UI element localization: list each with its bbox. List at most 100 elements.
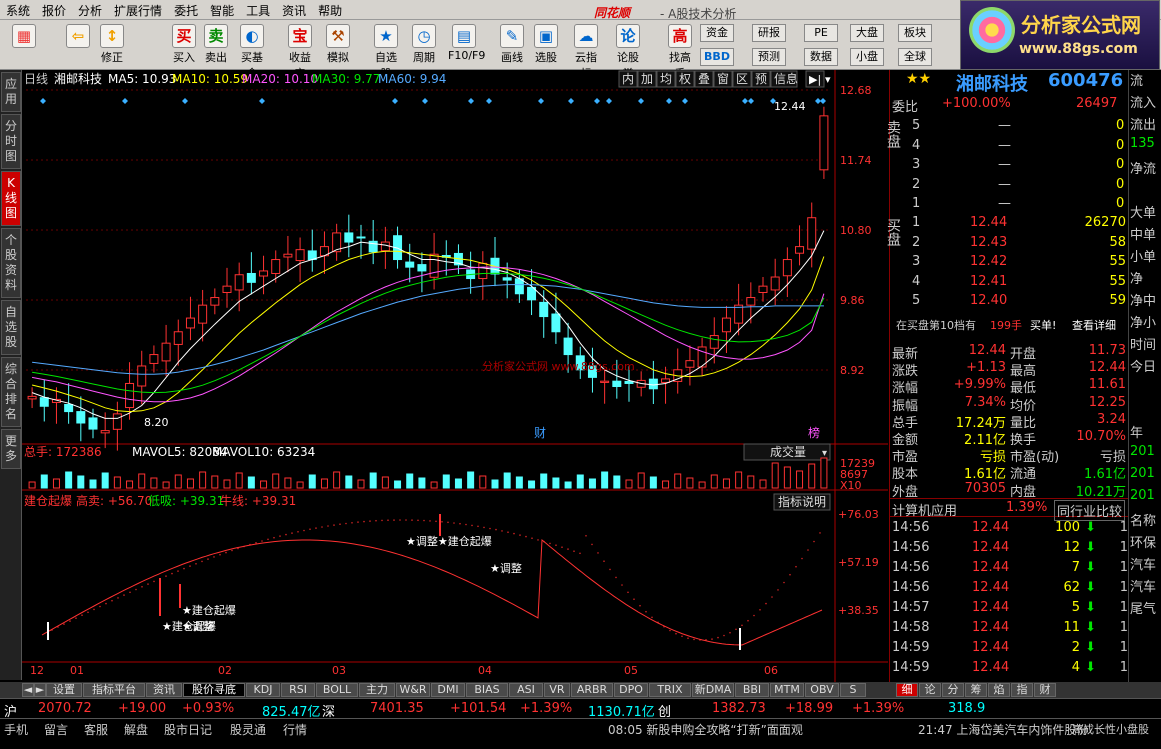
toolbar-small-button[interactable]: BBD (700, 48, 734, 66)
status-item-1[interactable]: 留言 (44, 721, 68, 738)
toolbar-back-arrow-button[interactable]: ⇦ (62, 22, 94, 68)
vtab-2[interactable]: K线图 (1, 171, 21, 226)
indicator-tab-10[interactable]: BIAS (466, 683, 508, 697)
quote-tab-3[interactable]: 筹 (965, 683, 987, 697)
indicator-tab-5[interactable]: RSI (281, 683, 315, 697)
menu-ext-quote[interactable]: 扩展行情 (108, 0, 168, 21)
indicator-tab-18[interactable]: MTM (770, 683, 804, 697)
indicator-tab-1[interactable]: 指标平台 (83, 683, 145, 697)
toolbar-hammer-button[interactable]: ⚒ 模拟 (322, 22, 354, 68)
industry-name[interactable]: 计算机应用 (892, 500, 957, 519)
indicator-tab-7[interactable]: 主力 (359, 683, 395, 697)
indicator-tab-19[interactable]: OBV (805, 683, 839, 697)
indicator-tab-17[interactable]: BBI (735, 683, 769, 697)
toolbar-clock-button[interactable]: ◷ 周期 (408, 22, 440, 68)
quote-tab-1[interactable]: 论 (919, 683, 941, 697)
toolbar-small-button[interactable]: PE (804, 24, 838, 42)
finance-marker[interactable]: 财 (534, 426, 546, 440)
indicator-tab-20[interactable]: S (840, 683, 866, 697)
toolbar-fund-button[interactable]: ◐买基金 (236, 22, 268, 80)
news-ticker-3[interactable]: 高成长性小盘股 (1072, 721, 1149, 737)
toolbar-expert-button[interactable]: 高找高手 (664, 22, 696, 80)
quote-tab-0[interactable]: 细 (896, 683, 918, 697)
quote-tab-6[interactable]: 财 (1034, 683, 1056, 697)
toolbar-small-button[interactable]: 板块 (898, 24, 932, 42)
chart-tab-6[interactable]: 区 (732, 70, 752, 88)
toolbar-small-button[interactable]: 预测 (752, 48, 786, 66)
indicator-tab-13[interactable]: ARBR (571, 683, 613, 697)
industry-compare-button[interactable]: 同行业比较 (1054, 500, 1126, 521)
vtab-5[interactable]: 综合排名 (1, 357, 21, 427)
chart-canvas[interactable]: 日线 湘邮科技 MA5: 10.93MA10: 10.59MA20: 10.10MA… (22, 70, 888, 682)
toolbar-small-button[interactable]: 数据 (804, 48, 838, 66)
vtab-3[interactable]: 个股资料 (1, 228, 21, 298)
kline-chart-area[interactable]: 日线 湘邮科技 MA5: 10.93 MA10: 10.59 MA20: 10.10 MA… (22, 70, 888, 682)
indicator-tab-14[interactable]: DPO (614, 683, 648, 697)
toolbar-small-button[interactable]: 小盘 (850, 48, 884, 66)
status-item-4[interactable]: 股市日记 (164, 721, 212, 738)
indicator-tab-6[interactable]: BOLL (316, 683, 358, 697)
indicator-tab-11[interactable]: ASI (509, 683, 543, 697)
chart-tab-0[interactable]: 内 (618, 70, 638, 88)
chart-tab-1[interactable]: 加 (637, 70, 657, 88)
news-ticker-1[interactable]: 08:05 新股申购全攻略“打新”面面观 (608, 721, 803, 738)
toolbar-small-button[interactable]: 全球 (898, 48, 932, 66)
status-item-0[interactable]: 手机 (4, 721, 28, 738)
menu-news[interactable]: 资讯 (276, 0, 312, 21)
toolbar-grid-button[interactable]: ▦ (8, 22, 40, 68)
dropdown-arrow-icon[interactable]: ▾ (825, 73, 831, 86)
vtab-4[interactable]: 自选股 (1, 300, 21, 355)
menu-quote[interactable]: 报价 (36, 0, 72, 21)
toolbar-sell-button[interactable]: 卖卖出 (200, 22, 232, 68)
toolbar-star-folder-button[interactable]: ★自选股 (370, 22, 402, 80)
toolbar-small-button[interactable]: 研报 (752, 24, 786, 42)
tab-prev-arrow-icon[interactable]: ◄ (22, 683, 34, 697)
toolbar-cloud-button[interactable]: ☁云指标 (570, 22, 602, 80)
indicator-tab-3[interactable]: 股价寻底 (183, 683, 245, 697)
star-icon[interactable]: ★★ (906, 71, 931, 87)
indicator-tab-2[interactable]: 资讯 (146, 683, 182, 697)
ranking-marker[interactable]: 榜 (808, 425, 820, 440)
menu-analysis[interactable]: 分析 (72, 0, 108, 21)
quote-tab-4[interactable]: 焰 (988, 683, 1010, 697)
vtab-6[interactable]: 更多 (1, 429, 21, 469)
chart-tab-8[interactable]: 信息 (770, 70, 798, 88)
quote-tab-2[interactable]: 分 (942, 683, 964, 697)
toolbar-pencil-button[interactable]: ✎ 画线 (496, 22, 528, 68)
menu-system[interactable]: 系统 (0, 0, 36, 21)
menu-trade[interactable]: 委托 (168, 0, 204, 21)
vtab-0[interactable]: 应用 (1, 72, 21, 112)
chart-tab-7[interactable]: 预 (751, 70, 771, 88)
toolbar-buy-button[interactable]: 买买入 (168, 22, 200, 68)
menu-help[interactable]: 帮助 (312, 0, 348, 21)
chart-tab-3[interactable]: 权 (675, 70, 695, 88)
tab-next-arrow-icon[interactable]: ► (34, 683, 46, 697)
toolbar-filter-button[interactable]: ▣ 选股 (530, 22, 562, 68)
indicator-tab-15[interactable]: TRIX (649, 683, 691, 697)
buy10-detail-link[interactable]: 查看详细 (1072, 317, 1116, 333)
toolbar-info-button[interactable]: ▤ F10/F9 (448, 22, 485, 68)
chart-tab-2[interactable]: 均 (656, 70, 676, 88)
quote-tab-5[interactable]: 指 (1011, 683, 1033, 697)
indicator-tab-16[interactable]: 新DMA (692, 683, 734, 697)
indicator-tab-9[interactable]: DMI (431, 683, 465, 697)
toolbar-treasure-button[interactable]: 宝收益宝 (284, 22, 316, 80)
sh-value[interactable]: 2070.72 (38, 701, 92, 716)
status-item-6[interactable]: 行情 (283, 721, 307, 738)
toolbar-small-button[interactable]: 资金 (700, 24, 734, 42)
status-item-2[interactable]: 客服 (84, 721, 108, 738)
cy-value[interactable]: 1382.73 (712, 701, 766, 716)
indicator-tab-8[interactable]: W&R (396, 683, 430, 697)
menu-smart[interactable]: 智能 (204, 0, 240, 21)
toolbar-forum-button[interactable]: 论论股堂 (612, 22, 644, 80)
toolbar-fix-button[interactable]: ↕ 修正 (96, 22, 128, 68)
chart-tab-5[interactable]: 窗 (713, 70, 733, 88)
toolbar-small-button[interactable]: 大盘 (850, 24, 884, 42)
status-item-5[interactable]: 股灵通 (230, 721, 266, 738)
status-item-3[interactable]: 解盘 (124, 721, 148, 738)
chart-tab-4[interactable]: 叠 (694, 70, 714, 88)
indicator-tab-12[interactable]: VR (544, 683, 570, 697)
news-ticker-2[interactable]: 21:47 上海岱美汽车内饰件股份 (918, 721, 1088, 738)
indicator-tab-0[interactable]: 设置 (46, 683, 82, 697)
indicator-tab-4[interactable]: KDJ (246, 683, 280, 697)
